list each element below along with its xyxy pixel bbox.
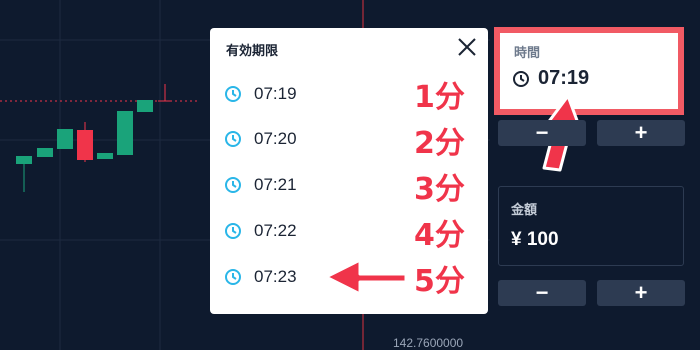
amount-label: 金額: [511, 202, 538, 217]
annotation-5min: 5分: [414, 264, 465, 299]
price-axis-label: 142.7600000: [393, 336, 464, 350]
expiry-time: 07:21: [254, 175, 297, 194]
clock-icon: [225, 86, 241, 102]
amount-increase-button[interactable]: +: [597, 280, 685, 306]
clock-icon: [513, 70, 529, 87]
close-icon[interactable]: [456, 36, 478, 58]
candle: [97, 153, 113, 159]
candles: [16, 84, 172, 192]
candle: [117, 111, 133, 155]
amount-value: ¥ 100: [511, 229, 559, 250]
candle: [37, 148, 53, 157]
amount-input[interactable]: 金額 ¥ 100: [498, 186, 684, 266]
expiry-time-selector[interactable]: 時間 07:19: [494, 27, 684, 115]
clock-icon: [225, 131, 241, 147]
candle: [77, 130, 93, 160]
time-value: 07:19: [538, 67, 590, 89]
annotation-4min: 4分: [414, 218, 465, 253]
annotation-3min: 3分: [414, 172, 465, 207]
expiry-option[interactable]: 07:20: [224, 124, 344, 154]
expiry-option[interactable]: 07:19: [224, 79, 344, 109]
popup-title: 有効期限: [226, 43, 279, 58]
candle: [16, 156, 32, 164]
expiry-option[interactable]: 07:21: [224, 170, 344, 200]
expiry-time: 07:22: [254, 221, 297, 240]
expiry-option[interactable]: 07:22: [224, 216, 344, 246]
candle: [57, 129, 73, 149]
candle: [137, 100, 153, 112]
time-increase-button[interactable]: +: [597, 120, 685, 146]
expiry-option[interactable]: 07:23: [224, 262, 344, 292]
clock-icon: [225, 223, 241, 239]
expiry-time: 07:20: [254, 129, 297, 148]
annotation-2min: 2分: [414, 126, 465, 161]
annotation-1min: 1分: [414, 80, 465, 115]
expiry-time: 07:19: [254, 84, 297, 103]
amount-decrease-button[interactable]: −: [498, 280, 586, 306]
time-decrease-button[interactable]: −: [498, 120, 586, 146]
time-label: 時間: [514, 45, 541, 60]
clock-icon: [225, 177, 241, 193]
clock-icon: [225, 269, 241, 285]
expiry-time: 07:23: [254, 267, 297, 286]
